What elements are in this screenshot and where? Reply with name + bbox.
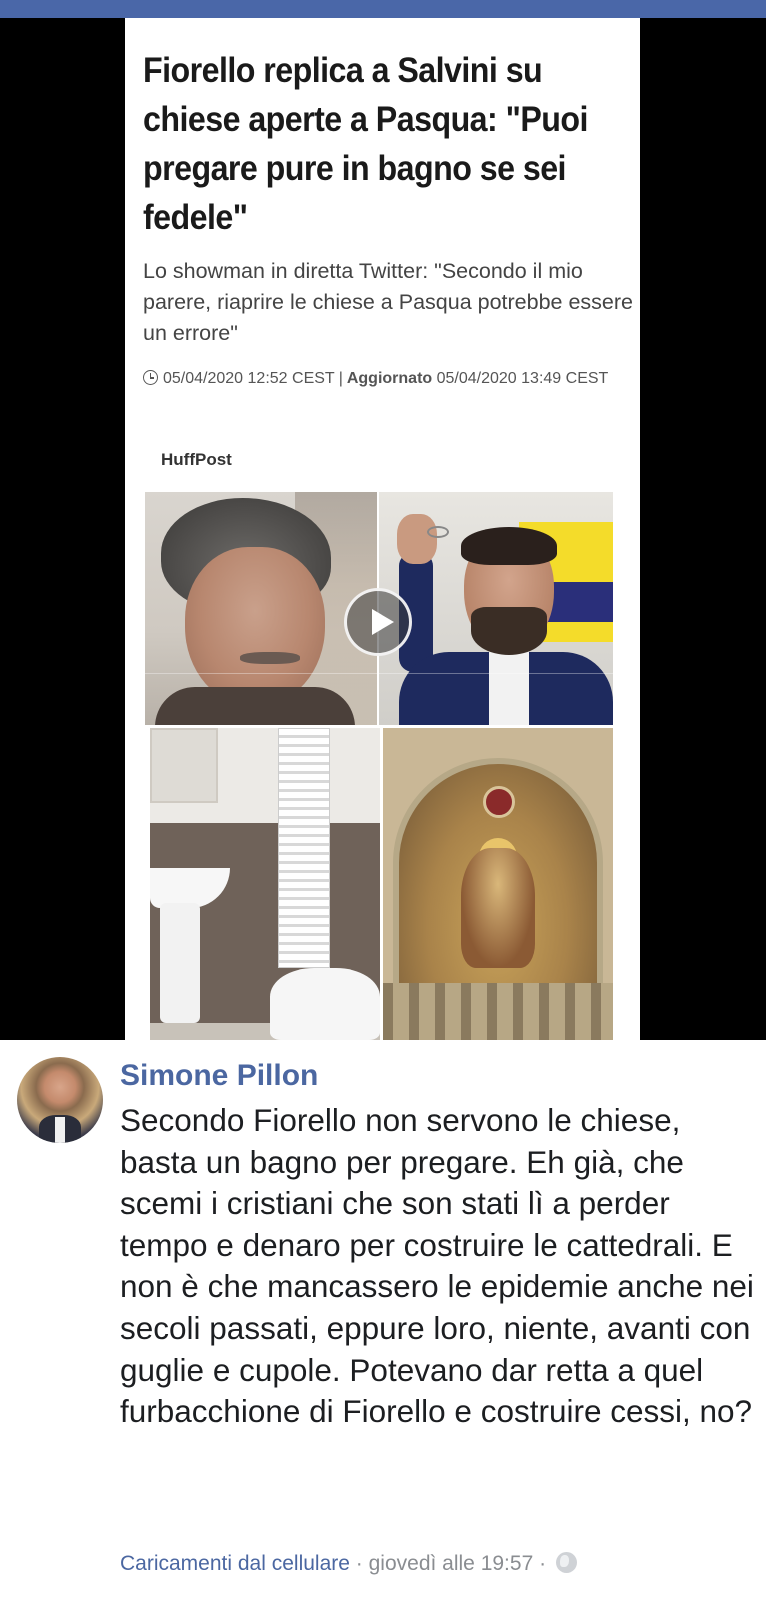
article-meta: 05/04/2020 12:52 CEST | Aggiornato 05/04/2… bbox=[143, 363, 633, 394]
fiorello-photo bbox=[145, 492, 377, 725]
author-avatar[interactable] bbox=[17, 1057, 103, 1143]
post-timestamp[interactable]: giovedì alle 19:57 bbox=[369, 1552, 534, 1575]
album-link[interactable]: Caricamenti dal cellulare bbox=[120, 1552, 350, 1575]
article-subtitle: Lo showman in diretta Twitter: "Secondo … bbox=[143, 259, 634, 345]
image-collage bbox=[145, 492, 613, 1040]
globe-icon[interactable] bbox=[555, 1552, 577, 1573]
post-author[interactable]: Simone Pillon bbox=[120, 1059, 318, 1093]
top-bar bbox=[0, 0, 766, 18]
article-card: Fiorello replica a Salvini su chiese ape… bbox=[125, 18, 640, 1040]
footer-separator-2: · bbox=[539, 1552, 547, 1575]
shared-article-image[interactable]: Fiorello replica a Salvini su chiese ape… bbox=[0, 18, 766, 1040]
clock-icon bbox=[143, 370, 158, 385]
updated-label: Aggiornato bbox=[346, 370, 433, 387]
salvini-photo bbox=[379, 492, 613, 725]
cathedral-photo bbox=[383, 728, 613, 1040]
collage-divider bbox=[145, 673, 613, 674]
meta-separator: | bbox=[338, 370, 343, 387]
post-footer: Caricamenti dal cellulare · giovedì alle… bbox=[120, 1552, 577, 1576]
play-icon[interactable] bbox=[344, 588, 412, 656]
footer-separator: · bbox=[355, 1552, 363, 1575]
published-date: 05/04/2020 12:52 CEST bbox=[163, 370, 335, 387]
post-text: Secondo Fiorello non servono le chiese, … bbox=[120, 1102, 754, 1430]
updated-date: 05/04/2020 13:49 CEST bbox=[436, 370, 609, 387]
article-headline: Fiorello replica a Salvini su chiese ape… bbox=[143, 51, 588, 237]
bathroom-photo bbox=[150, 728, 380, 1040]
article-source: HuffPost bbox=[161, 450, 232, 469]
